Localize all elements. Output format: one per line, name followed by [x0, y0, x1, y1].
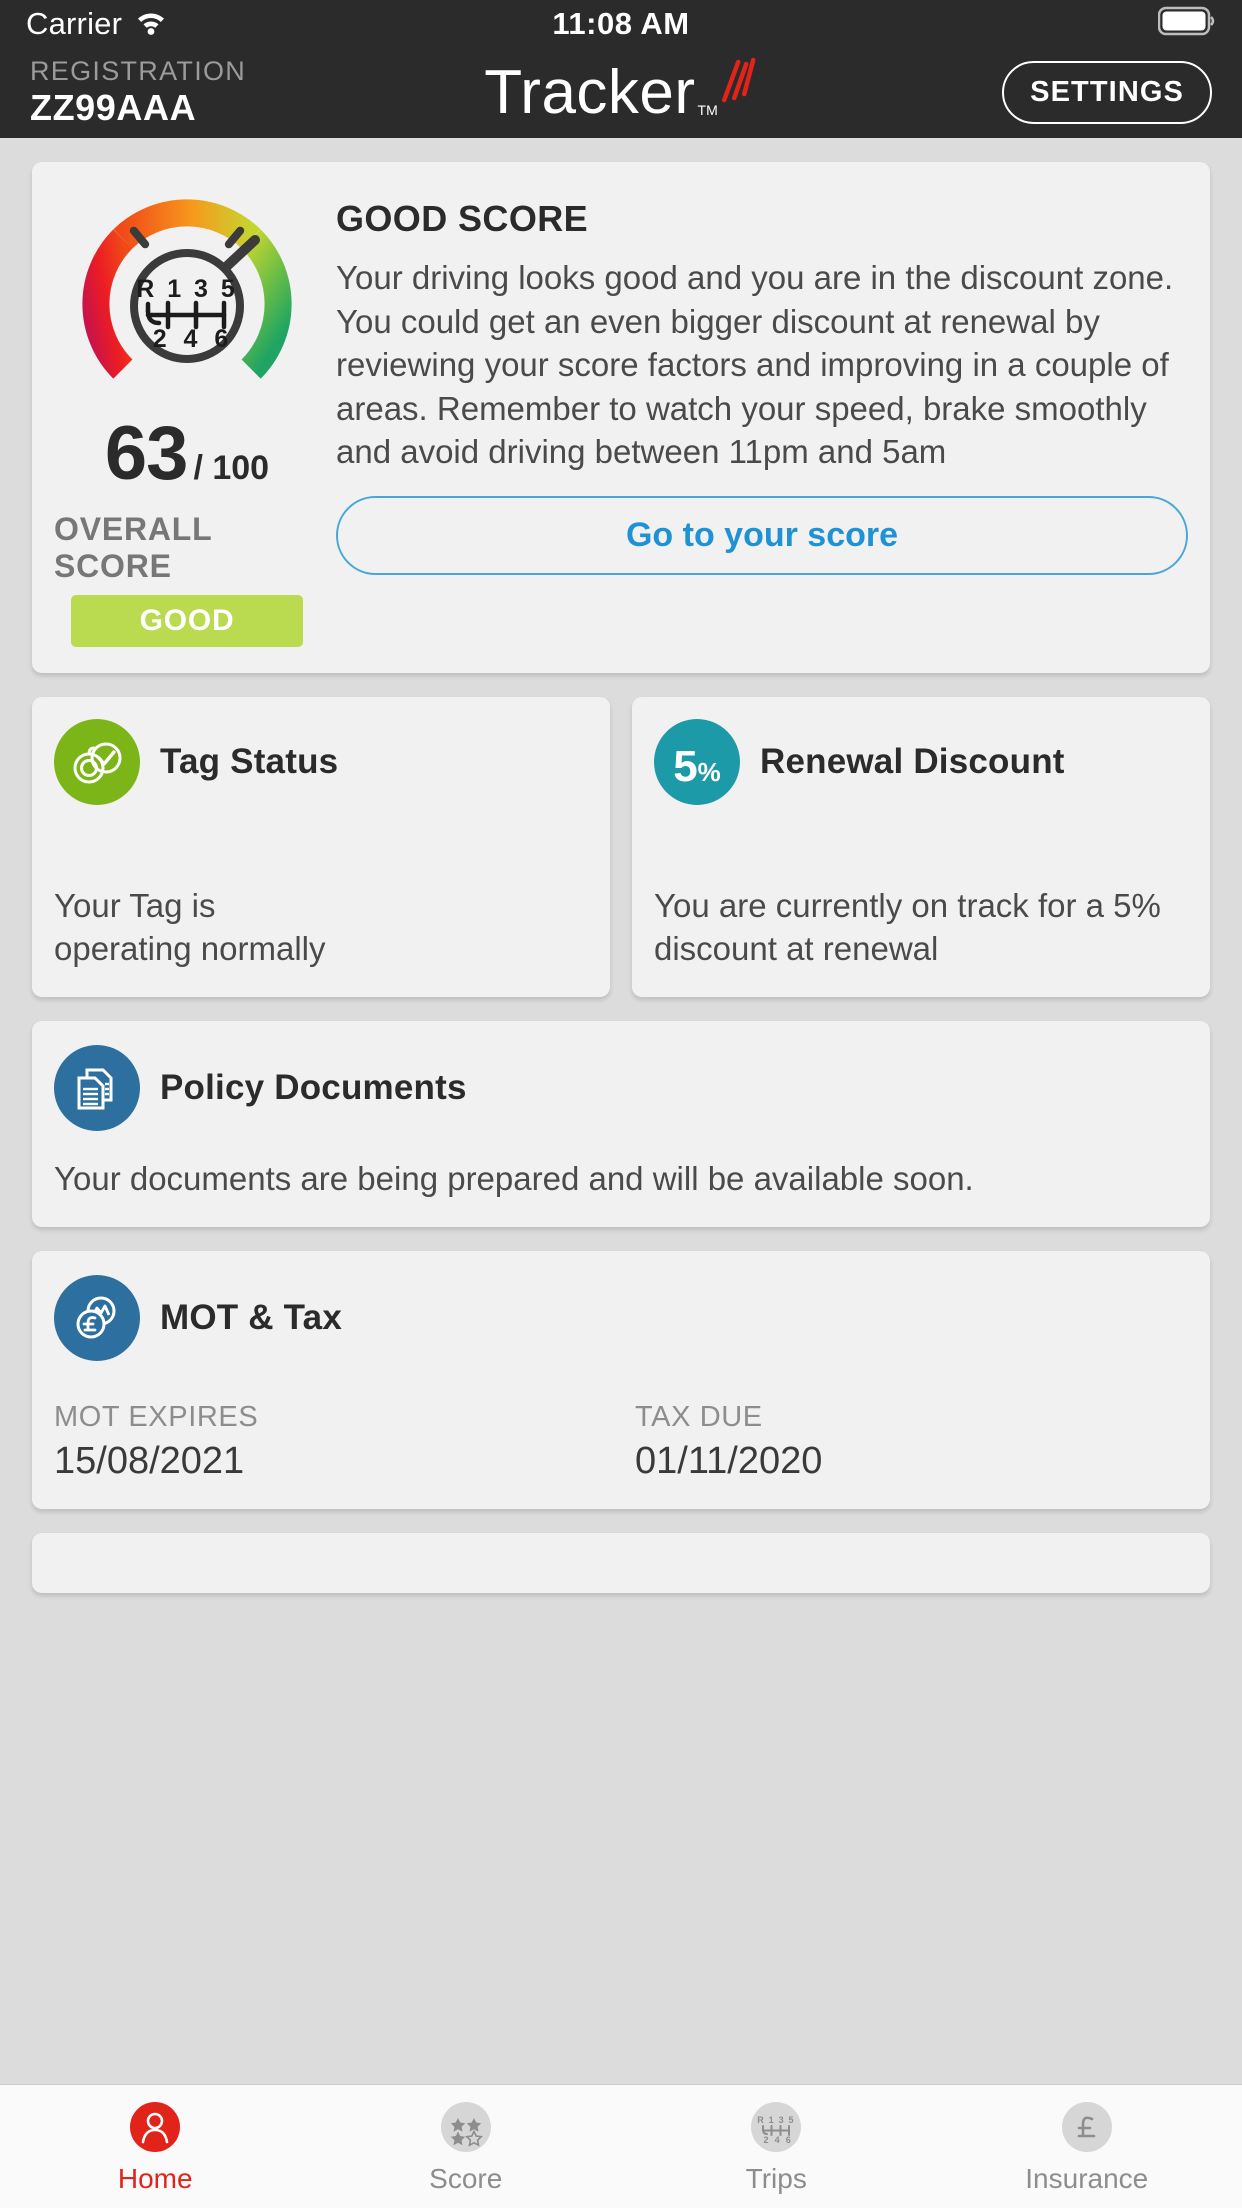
tab-trips-label: Trips	[745, 2163, 807, 2194]
svg-text:R 1 3 5: R 1 3 5	[136, 275, 238, 303]
settings-button[interactable]: SETTINGS	[1002, 61, 1212, 124]
bottom-tab-bar: Home Score R 1 3 5 2 4 6 Trips Insurance	[0, 2084, 1242, 2208]
status-time: 11:08 AM	[552, 5, 690, 41]
tab-trips[interactable]: R 1 3 5 2 4 6 Trips	[621, 2085, 932, 2208]
percent-badge-icon: 5 %	[654, 719, 740, 805]
mot-tax-card[interactable]: MOT & Tax MOT EXPIRES 15/08/2021 TAX DUE…	[32, 1250, 1210, 1509]
registration-block: REGISTRATION ZZ99AAA	[30, 56, 246, 128]
score-card: R 1 3 5 2 4 6 63 / 100 OVERALL SCORE GOO…	[32, 162, 1210, 673]
next-card-peek	[32, 1532, 1210, 1593]
gear-shift-icon: R 1 3 5 2 4 6	[747, 2098, 805, 2156]
renewal-discount-header: 5 % Renewal Discount	[654, 719, 1188, 805]
discount-percent-value: 5	[673, 742, 698, 791]
registration-label: REGISTRATION	[30, 56, 247, 87]
home-person-icon	[126, 2098, 184, 2156]
score-title: GOOD SCORE	[336, 198, 589, 239]
mot-expires-label: MOT EXPIRES	[54, 1400, 259, 1433]
pound-icon	[1058, 2098, 1116, 2156]
renewal-discount-card[interactable]: 5 % Renewal Discount You are currently o…	[632, 697, 1210, 997]
renewal-discount-body: You are currently on track for a 5% disc…	[654, 886, 1161, 968]
svg-text:2 4 6: 2 4 6	[153, 325, 234, 353]
policy-documents-header: Policy Documents	[54, 1045, 1188, 1131]
policy-documents-card[interactable]: Policy Documents Your documents are bein…	[32, 1021, 1210, 1227]
status-bar: Carrier 11:08 AM	[0, 0, 1242, 47]
score-text-column: GOOD SCORE Your driving looks good and y…	[320, 184, 1188, 647]
score-description: Your driving looks good and you are in t…	[336, 259, 1174, 471]
mot-tax-header: MOT & Tax	[54, 1274, 1188, 1361]
score-value: 63	[104, 411, 189, 496]
app-header: REGISTRATION ZZ99AAA Tracker TM SETTINGS	[0, 47, 1242, 138]
mot-expires-value: 15/08/2021	[54, 1439, 245, 1482]
tab-score[interactable]: Score	[311, 2085, 622, 2208]
go-to-your-score-button[interactable]: Go to your score	[336, 495, 1188, 575]
policy-documents-title: Policy Documents	[160, 1068, 467, 1107]
tab-score-label: Score	[429, 2163, 503, 2194]
overall-score-label: OVERALL SCORE	[54, 511, 212, 584]
score-gauge: R 1 3 5 2 4 6	[69, 184, 305, 416]
tag-status-title: Tag Status	[160, 742, 339, 781]
tab-insurance[interactable]: Insurance	[932, 2085, 1242, 2208]
gauge-column: R 1 3 5 2 4 6 63 / 100 OVERALL SCORE GOO…	[54, 184, 320, 647]
svg-text:R 1 3 5: R 1 3 5	[758, 2115, 795, 2125]
documents-icon	[54, 1045, 140, 1131]
score-max: / 100	[193, 449, 270, 487]
stars-icon	[437, 2098, 495, 2156]
tag-status-card[interactable]: Tag Status Your Tag is operating normall…	[32, 697, 610, 997]
brand-logo: Tracker TM	[484, 57, 758, 127]
tab-home-label: Home	[117, 2163, 193, 2194]
status-tiles-row: Tag Status Your Tag is operating normall…	[32, 697, 1210, 997]
svg-text:2 4 6: 2 4 6	[764, 2135, 793, 2145]
tax-due-column: TAX DUE 01/11/2020	[621, 1401, 1188, 1483]
mot-tax-icon	[54, 1274, 140, 1361]
tab-insurance-label: Insurance	[1025, 2163, 1149, 2194]
tax-due-label: TAX DUE	[635, 1400, 763, 1433]
tab-home[interactable]: Home	[0, 2085, 311, 2208]
mot-tax-dates: MOT EXPIRES 15/08/2021 TAX DUE 01/11/202…	[54, 1401, 1188, 1483]
renewal-discount-title: Renewal Discount	[760, 742, 1065, 781]
tag-status-header: Tag Status	[54, 719, 588, 805]
mot-tax-title: MOT & Tax	[160, 1297, 342, 1337]
score-value-row: 63 / 100	[105, 410, 269, 497]
tag-check-icon	[54, 719, 140, 805]
app-screen: Carrier 11:08 AM REGISTRATION ZZ99AAA Tr…	[0, 0, 1242, 2208]
policy-documents-body: Your documents are being prepared and wi…	[54, 1160, 974, 1197]
registration-value: ZZ99AAA	[30, 87, 197, 129]
tax-due-value: 01/11/2020	[635, 1439, 823, 1482]
tag-status-body: Your Tag is operating normally	[54, 886, 326, 968]
main-scroll-area[interactable]: R 1 3 5 2 4 6 63 / 100 OVERALL SCORE GOO…	[0, 138, 1242, 2084]
discount-percent-symbol: %	[697, 757, 721, 787]
mot-expires-column: MOT EXPIRES 15/08/2021	[54, 1401, 621, 1483]
brand-slashes-icon	[712, 56, 758, 113]
brand-name: Tracker	[484, 57, 696, 127]
score-band-badge: GOOD	[71, 595, 303, 647]
